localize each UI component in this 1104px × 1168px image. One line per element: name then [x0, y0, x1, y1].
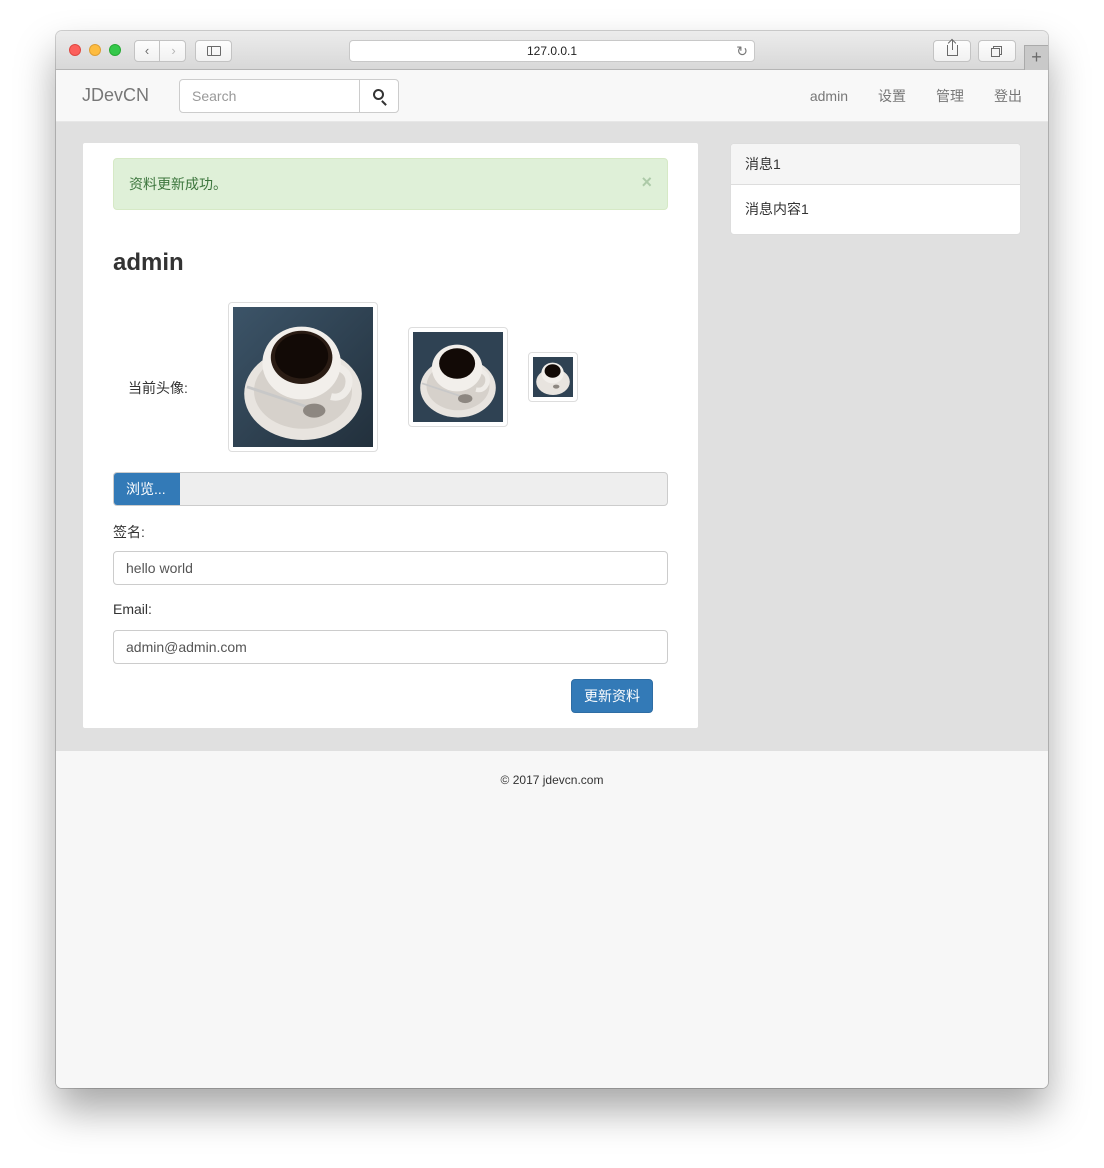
page-title: admin — [113, 249, 184, 276]
minimize-window-button[interactable] — [89, 44, 101, 56]
avatar-file-input[interactable]: 浏览... — [113, 472, 668, 506]
nav-link-settings[interactable]: 设置 — [878, 87, 906, 105]
search-input[interactable]: Search — [179, 79, 360, 113]
nav-link-manage[interactable]: 管理 — [936, 87, 964, 105]
address-bar[interactable]: 127.0.0.1 ↻ — [349, 40, 755, 62]
browse-button[interactable]: 浏览... — [114, 473, 180, 505]
coffee-cup-image — [533, 357, 573, 397]
coffee-cup-image — [413, 332, 503, 422]
signature-field[interactable]: hello world — [113, 551, 668, 585]
site-navbar: JDevCN Search admin 设置 管理 登出 — [56, 70, 1048, 122]
avatar-large — [228, 302, 378, 452]
share-icon — [947, 40, 958, 56]
chevron-right-icon: › — [171, 43, 176, 58]
search-icon — [373, 89, 384, 100]
browser-window: ‹ › 127.0.0.1 ↻ + JDevCN Search admin 设置… — [56, 31, 1048, 1088]
address-text: 127.0.0.1 — [526, 44, 578, 58]
signature-label: 签名: — [113, 524, 145, 540]
share-button[interactable] — [933, 40, 971, 62]
nav-links: admin 设置 管理 登出 — [780, 87, 1022, 105]
brand-link[interactable]: JDevCN — [82, 85, 149, 106]
copyright-text: © 2017 jdevcn.com — [500, 773, 604, 787]
show-tabs-button[interactable] — [978, 40, 1016, 62]
message-title: 消息1 — [731, 144, 1020, 185]
email-label: Email: — [113, 601, 152, 617]
close-window-button[interactable] — [69, 44, 81, 56]
main-content: 资料更新成功。 × admin 当前头像: 浏览... 签名: hello wo… — [56, 122, 1048, 751]
messages-panel: 消息1 消息内容1 — [730, 143, 1021, 235]
avatar-label: 当前头像: — [128, 380, 188, 396]
reload-icon[interactable]: ↻ — [736, 41, 748, 61]
alert-close-button[interactable]: × — [641, 173, 652, 191]
site-footer: © 2017 jdevcn.com — [56, 751, 1048, 1088]
nav-link-logout[interactable]: 登出 — [994, 87, 1022, 105]
browser-titlebar: ‹ › 127.0.0.1 ↻ + — [56, 31, 1048, 70]
search-button[interactable] — [359, 79, 399, 113]
back-button[interactable]: ‹ — [135, 41, 160, 61]
zoom-window-button[interactable] — [109, 44, 121, 56]
chevron-left-icon: ‹ — [144, 43, 150, 58]
email-field[interactable]: admin@admin.com — [113, 630, 668, 664]
forward-button[interactable]: › — [161, 41, 186, 61]
update-profile-button[interactable]: 更新资料 — [571, 679, 653, 713]
history-nav-group: ‹ › — [134, 40, 186, 62]
success-alert: 资料更新成功。 × — [113, 158, 668, 210]
avatar-medium — [408, 327, 508, 427]
profile-panel: 资料更新成功。 × admin 当前头像: 浏览... 签名: hello wo… — [83, 143, 698, 728]
sidebar-toggle-button[interactable] — [195, 40, 232, 62]
nav-link-admin[interactable]: admin — [810, 87, 848, 105]
alert-message: 资料更新成功。 — [129, 176, 227, 192]
new-tab-button[interactable]: + — [1024, 45, 1048, 70]
avatar-small — [528, 352, 578, 402]
coffee-cup-image — [233, 307, 373, 447]
sidebar-icon — [207, 46, 221, 56]
message-content: 消息内容1 — [745, 201, 809, 217]
